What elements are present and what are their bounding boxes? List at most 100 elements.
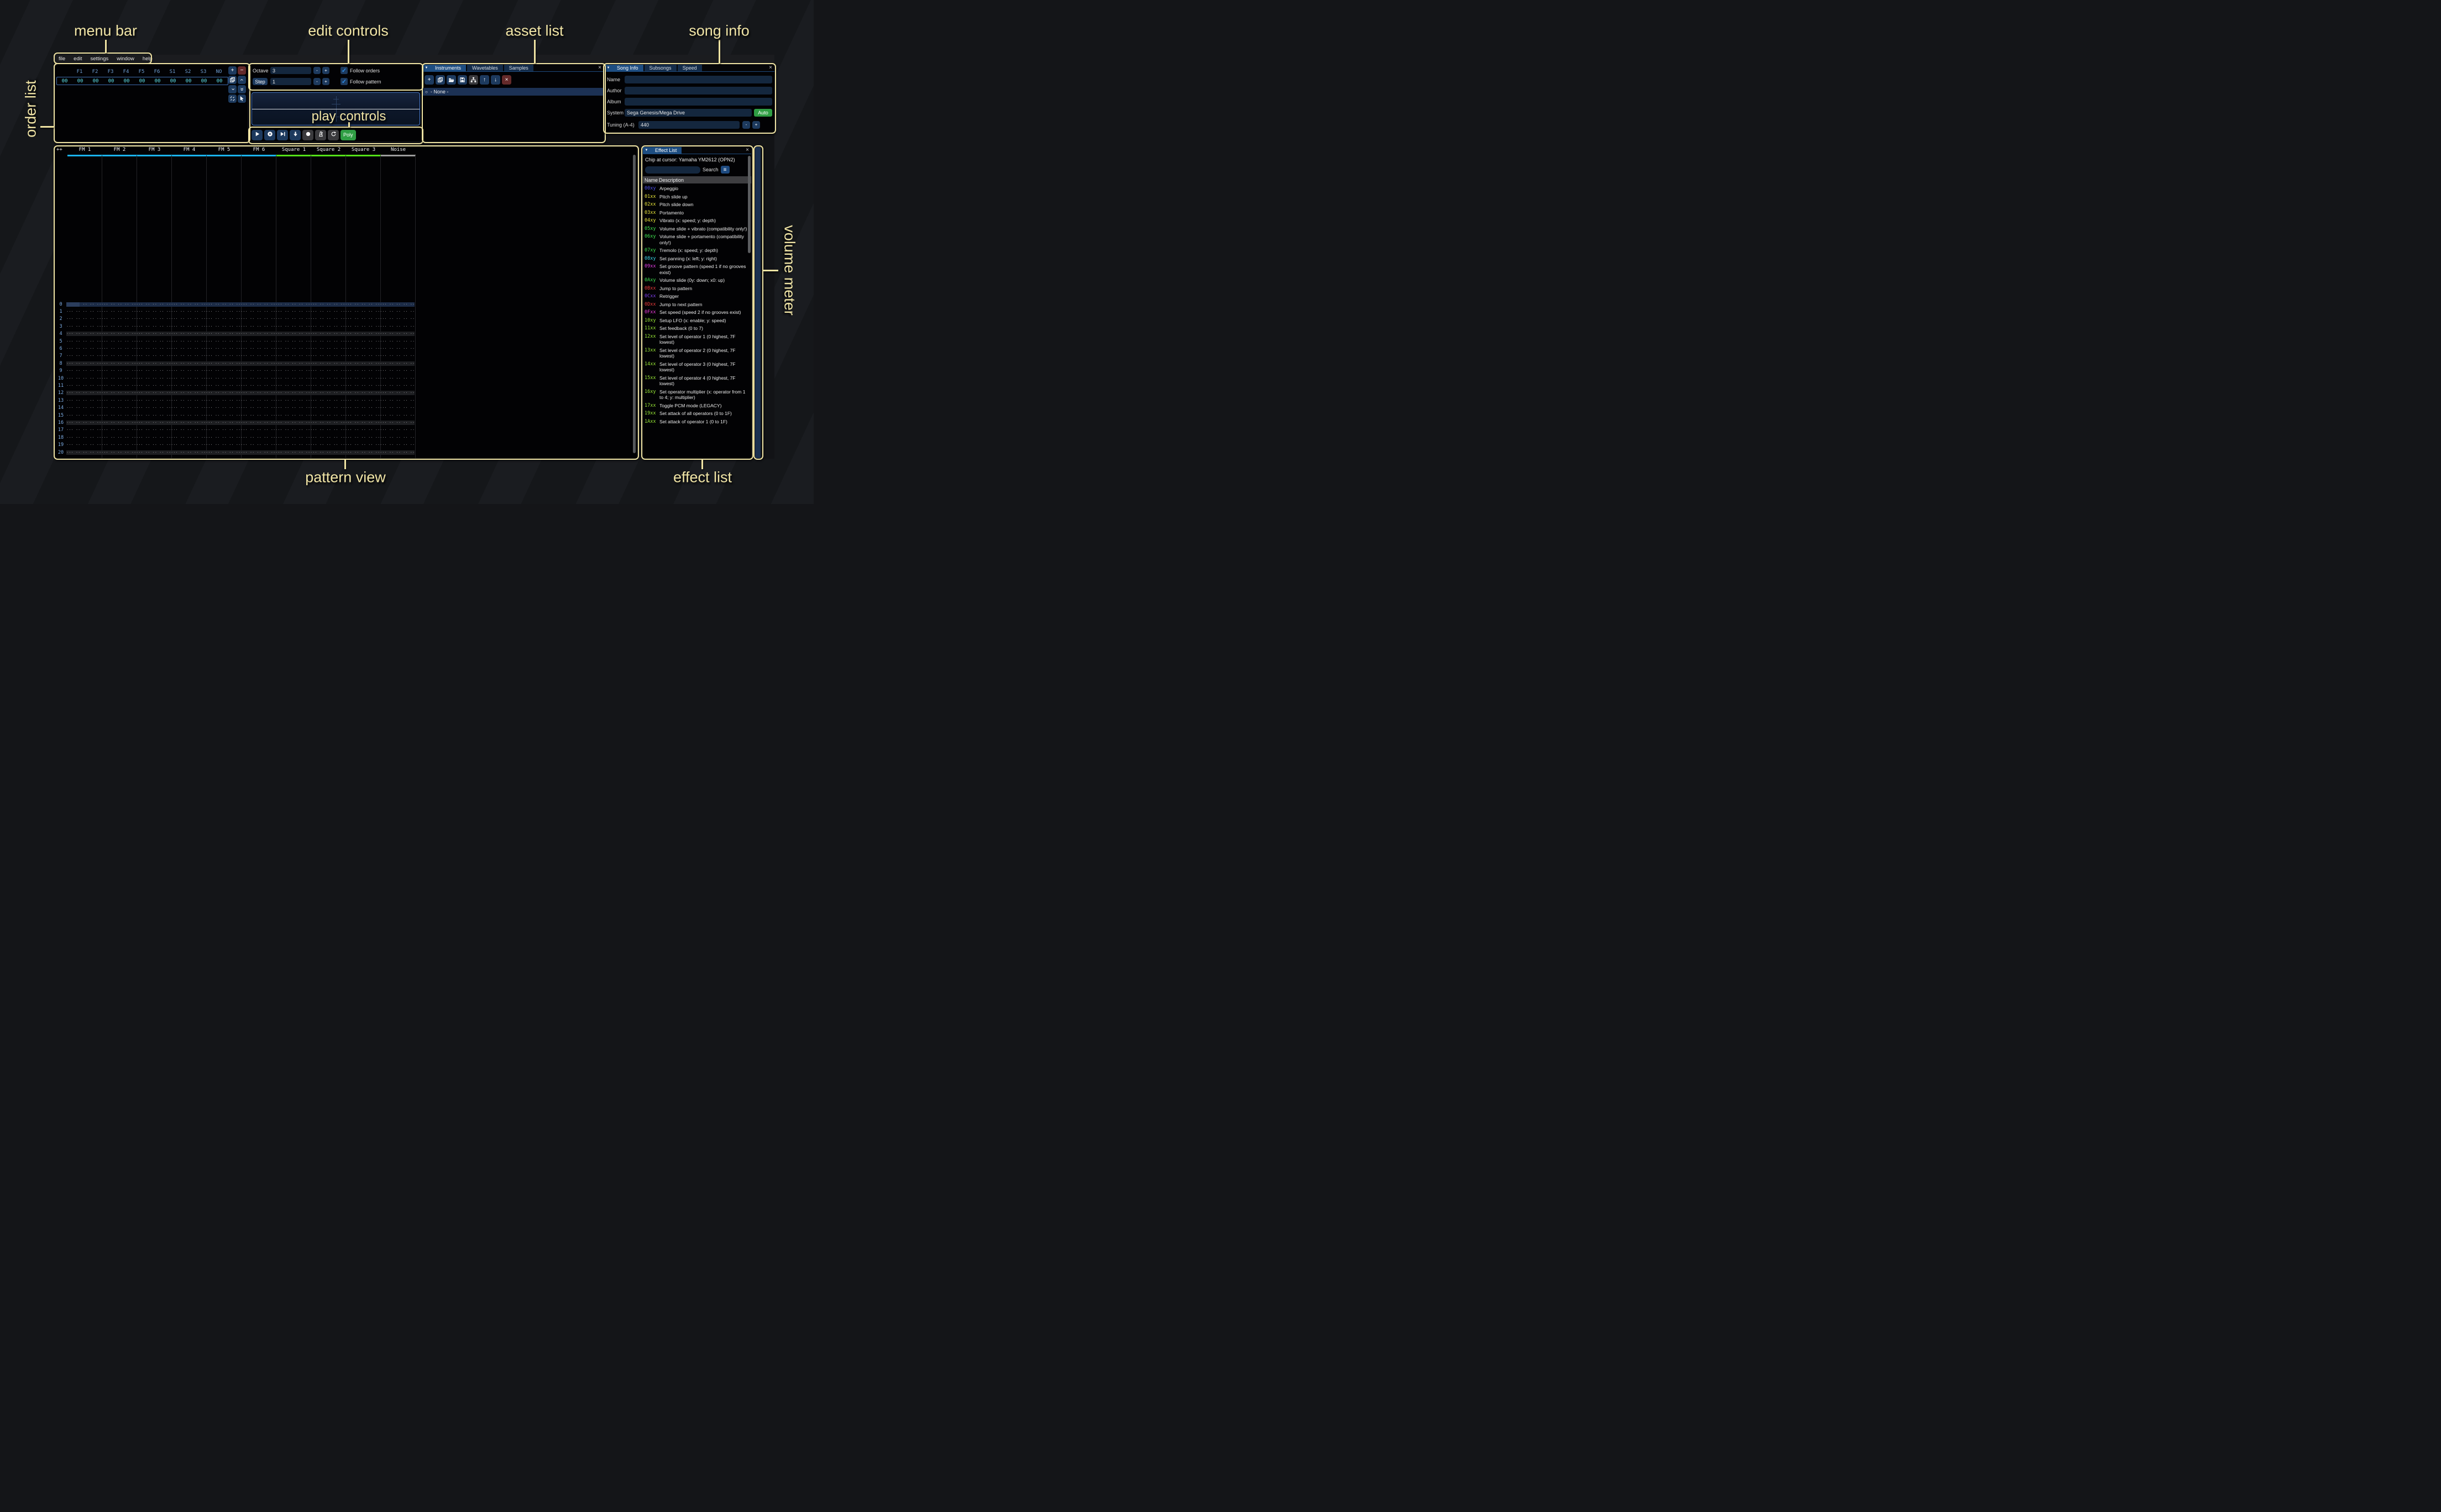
close-icon[interactable]: ×	[767, 65, 774, 71]
pattern-cell[interactable]: ··· ·· ·· ·· ··	[66, 317, 101, 321]
pattern-cell[interactable]: ··· ·· ·· ·· ··	[275, 302, 310, 307]
pattern-cell[interactable]: ··· ·· ·· ·· ··	[275, 369, 310, 373]
pattern-cell[interactable]: ··· ·· ·· ·· ··	[171, 391, 206, 395]
pattern-cell[interactable]: ··· ·· ·· ·· ··	[136, 443, 171, 447]
pattern-cell[interactable]: ··· ·· ·· ·· ··	[206, 435, 240, 440]
pattern-cell[interactable]: ··· ·· ·· ·· ··	[101, 443, 136, 447]
pattern-cell[interactable]: ··· ·· ·· ·· ··	[101, 384, 136, 388]
pattern-cell[interactable]: ··· ·· ·· ·· ··	[101, 347, 136, 351]
order-cell[interactable]: 00	[150, 78, 165, 84]
add-asset-button[interactable]: +	[425, 75, 434, 85]
pattern-cell[interactable]: ··· ·· ·· ·· ··	[136, 339, 171, 344]
pattern-cell[interactable]: ··· ·· ·· ·· ··	[206, 406, 240, 410]
order-row[interactable]: 0000000000000000000000	[56, 77, 228, 85]
pattern-cell[interactable]: ··· ·· ·· ·· ··	[66, 443, 101, 447]
pattern-row[interactable]: 7··· ·· ·· ·· ····· ·· ·· ·· ····· ·· ··…	[55, 353, 415, 360]
pattern-cell[interactable]: ··· ·· ·· ·· ··	[275, 421, 310, 425]
effect-row[interactable]: 00xyArpeggio	[643, 185, 751, 193]
pattern-cell[interactable]: ··· ·· ·· ·· ··	[380, 339, 415, 344]
pattern-cell[interactable]: ··· ·· ·· ·· ··	[310, 324, 345, 329]
effect-row[interactable]: 03xxPortamento	[643, 209, 751, 217]
pattern-cell[interactable]: ··· ·· ·· ·· ··	[310, 398, 345, 403]
channel-header-fm-3[interactable]: FM 3	[137, 147, 172, 155]
pattern-cell[interactable]: ··· ·· ·· ·· ··	[240, 339, 275, 344]
pattern-cell[interactable]: ··· ·· ·· ·· ··	[171, 309, 206, 314]
pattern-cell[interactable]: ··· ·· ·· ·· ··	[275, 347, 310, 351]
pattern-cell[interactable]: ··· ·· ·· ·· ··	[171, 361, 206, 366]
order-cell[interactable]: 00	[119, 78, 134, 84]
pattern-cell[interactable]: ··· ·· ·· ·· ··	[171, 317, 206, 321]
tab-wavetables[interactable]: Wavetables	[467, 65, 503, 71]
pattern-cell[interactable]: ··· ·· ·· ·· ··	[136, 384, 171, 388]
pattern-cell[interactable]: ··· ·· ·· ·· ··	[206, 309, 240, 314]
pattern-cell[interactable]: ··· ·· ·· ·· ··	[136, 332, 171, 336]
metronome-button[interactable]	[315, 130, 326, 140]
pattern-cell[interactable]: ··· ·· ·· ·· ··	[345, 332, 380, 336]
pattern-cell[interactable]: ··· ·· ·· ·· ··	[240, 428, 275, 432]
pattern-cell[interactable]: ··· ·· ·· ·· ··	[171, 324, 206, 329]
step-down-button[interactable]	[290, 130, 301, 140]
pattern-cell[interactable]: ··· ·· ·· ·· ··	[206, 339, 240, 344]
pattern-cell[interactable]: ··· ·· ·· ·· ··	[310, 435, 345, 440]
tuning-minus-button[interactable]: -	[742, 121, 750, 129]
asset-none-row[interactable]: ○ - None -	[423, 88, 604, 96]
pattern-cell[interactable]: ··· ·· ·· ·· ··	[206, 332, 240, 336]
order-cell[interactable]: 00	[181, 78, 196, 84]
channel-header-square-3[interactable]: Square 3	[346, 147, 381, 155]
pattern-row[interactable]: 6··· ·· ·· ·· ····· ·· ·· ·· ····· ·· ··…	[55, 345, 415, 352]
pattern-cell[interactable]: ··· ·· ·· ·· ··	[310, 309, 345, 314]
channel-header-square-2[interactable]: Square 2	[311, 147, 346, 155]
pattern-cell[interactable]: ··· ·· ·· ·· ··	[275, 317, 310, 321]
poly-button[interactable]: Poly	[341, 130, 356, 140]
name-field[interactable]	[625, 76, 772, 83]
pattern-cell[interactable]: ··· ·· ·· ·· ··	[171, 421, 206, 425]
pattern-row[interactable]: 16··· ·· ·· ·· ····· ·· ·· ·· ····· ·· ·…	[55, 419, 415, 426]
pattern-cell[interactable]: ··· ·· ·· ·· ··	[206, 391, 240, 395]
effect-row[interactable]: 06xyVolume slide + portamento (compatibi…	[643, 233, 751, 246]
effect-row[interactable]: 0DxxJump to next pattern	[643, 301, 751, 309]
pattern-row[interactable]: 12··· ·· ·· ·· ····· ·· ·· ·· ····· ·· ·…	[55, 390, 415, 397]
tuning-field[interactable]: 440	[638, 121, 740, 129]
play-button[interactable]	[252, 130, 263, 140]
order-double-down-button[interactable]: »	[238, 85, 246, 93]
effect-row[interactable]: 10xySetup LFO (x: enable; y: speed)	[643, 317, 751, 325]
tab-effect-list[interactable]: Effect List	[650, 147, 682, 154]
pattern-row[interactable]: 11··· ·· ·· ·· ····· ·· ·· ·· ····· ·· ·…	[55, 382, 415, 389]
auto-system-button[interactable]: Auto	[754, 109, 772, 117]
pattern-cell[interactable]: ··· ·· ·· ·· ··	[206, 443, 240, 447]
pattern-cell[interactable]: ··· ·· ·· ·· ··	[240, 332, 275, 336]
pattern-cell[interactable]: ··· ·· ·· ·· ··	[136, 450, 171, 455]
pattern-cell[interactable]: ··· ·· ·· ·· ··	[206, 317, 240, 321]
effect-row[interactable]: 12xxSet level of operator 1 (0 highest, …	[643, 333, 751, 347]
pattern-cell[interactable]: ··· ·· ·· ·· ··	[66, 421, 101, 425]
pattern-cell[interactable]: ··· ·· ·· ·· ··	[66, 435, 101, 440]
menu-item-help[interactable]: help	[143, 56, 153, 62]
pattern-cell[interactable]: ··· ·· ·· ·· ··	[136, 317, 171, 321]
channel-header-fm-6[interactable]: FM 6	[242, 147, 276, 155]
pattern-cell[interactable]: ··· ·· ·· ·· ··	[136, 406, 171, 410]
pattern-cell[interactable]: ··· ·· ·· ·· ··	[310, 450, 345, 455]
pattern-cell[interactable]: ··· ·· ·· ·· ··	[275, 361, 310, 366]
menu-item-settings[interactable]: settings	[90, 56, 108, 62]
pattern-cell[interactable]: ··· ·· ·· ·· ··	[275, 354, 310, 358]
pattern-cell[interactable]: ··· ·· ·· ·· ··	[240, 384, 275, 388]
pattern-cell[interactable]: ··· ·· ·· ·· ··	[310, 317, 345, 321]
pattern-row[interactable]: 4··· ·· ·· ·· ····· ·· ·· ·· ····· ·· ··…	[55, 330, 415, 338]
pattern-cell[interactable]: ··· ·· ·· ·· ··	[136, 324, 171, 329]
effect-row[interactable]: 13xxSet level of operator 2 (0 highest, …	[643, 347, 751, 360]
pattern-cell[interactable]: ··· ·· ·· ·· ··	[345, 391, 380, 395]
pattern-cell[interactable]: ··· ·· ·· ·· ··	[310, 376, 345, 381]
pattern-cell[interactable]: ··· ·· ·· ·· ··	[171, 347, 206, 351]
pattern-cell[interactable]: ··· ·· ·· ·· ··	[240, 443, 275, 447]
effect-row[interactable]: 17xxToggle PCM mode (LEGACY)	[643, 402, 751, 410]
pattern-cell[interactable]: ··· ·· ·· ·· ··	[240, 302, 275, 307]
pattern-cell[interactable]: ··· ·· ·· ·· ··	[66, 413, 101, 418]
pattern-row[interactable]: 5··· ·· ·· ·· ····· ·· ·· ·· ····· ·· ··…	[55, 338, 415, 345]
pattern-cell[interactable]: ··· ·· ·· ·· ··	[275, 376, 310, 381]
move-order-up-button[interactable]: ›	[238, 76, 246, 84]
pattern-cell[interactable]: ··· ·· ·· ·· ··	[101, 391, 136, 395]
pattern-cell[interactable]: ··· ·· ·· ·· ··	[310, 354, 345, 358]
order-cell[interactable]: 00	[134, 78, 150, 84]
pattern-cell[interactable]: ··· ·· ·· ·· ··	[101, 421, 136, 425]
pattern-row[interactable]: 15··· ·· ·· ·· ····· ·· ·· ·· ····· ·· ·…	[55, 412, 415, 419]
